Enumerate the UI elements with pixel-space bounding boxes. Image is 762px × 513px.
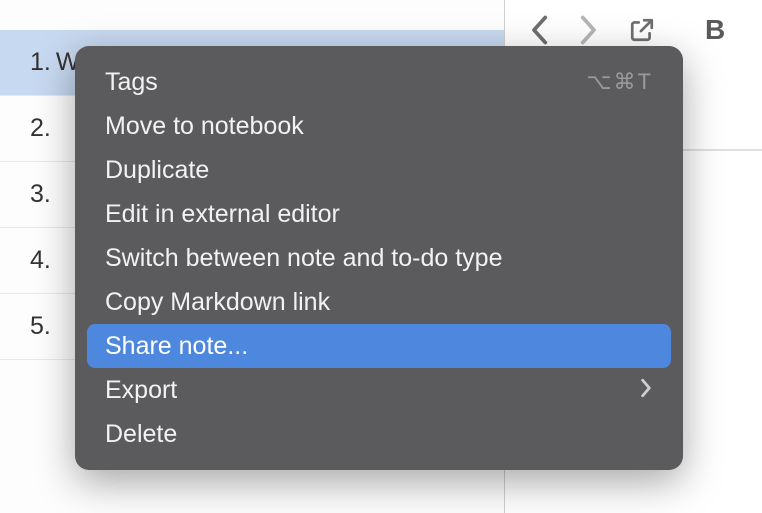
menu-label: Share note...	[105, 332, 248, 361]
menu-item-copy-markdown-link[interactable]: Copy Markdown link	[87, 280, 671, 324]
menu-label: Edit in external editor	[105, 200, 340, 229]
menu-item-export[interactable]: Export	[87, 368, 671, 412]
external-link-icon[interactable]	[629, 17, 655, 43]
menu-label: Tags	[105, 68, 158, 97]
menu-item-move-to-notebook[interactable]: Move to notebook	[87, 104, 671, 148]
nav-back-icon[interactable]	[529, 15, 549, 45]
bold-button[interactable]: B	[705, 14, 725, 46]
note-number: 4.	[30, 246, 51, 275]
menu-shortcut: ⌥⌘T	[586, 69, 653, 95]
nav-forward-icon[interactable]	[579, 15, 599, 45]
menu-item-tags[interactable]: Tags ⌥⌘T	[87, 60, 671, 104]
menu-label: Copy Markdown link	[105, 288, 330, 317]
menu-label: Duplicate	[105, 156, 209, 185]
menu-item-edit-external[interactable]: Edit in external editor	[87, 192, 671, 236]
menu-item-duplicate[interactable]: Duplicate	[87, 148, 671, 192]
menu-item-switch-type[interactable]: Switch between note and to-do type	[87, 236, 671, 280]
menu-item-share-note[interactable]: Share note...	[87, 324, 671, 368]
menu-item-delete[interactable]: Delete	[87, 412, 671, 456]
context-menu: Tags ⌥⌘T Move to notebook Duplicate Edit…	[75, 46, 683, 470]
note-number: 1.	[30, 48, 51, 77]
menu-label: Export	[105, 376, 177, 405]
note-number: 3.	[30, 180, 51, 209]
chevron-right-icon	[639, 376, 653, 405]
menu-label: Switch between note and to-do type	[105, 244, 503, 273]
menu-label: Move to notebook	[105, 112, 304, 141]
note-number: 5.	[30, 312, 51, 341]
note-number: 2.	[30, 114, 51, 143]
menu-label: Delete	[105, 420, 177, 449]
